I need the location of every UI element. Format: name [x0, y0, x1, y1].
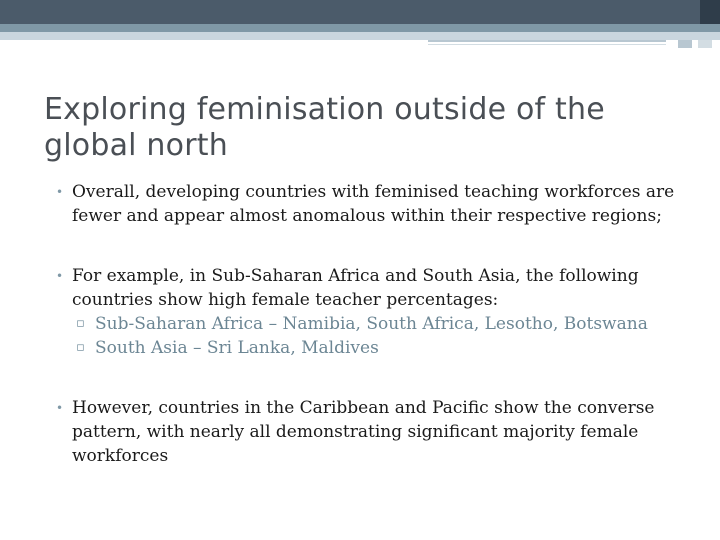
header-square — [678, 40, 692, 48]
sub-bullet-item: ▫ Sub-Saharan Africa – Namibia, South Af… — [26, 312, 686, 336]
bullet-dot-icon: • — [56, 401, 64, 415]
bullet-item: • However, countries in the Caribbean an… — [26, 396, 686, 468]
header-band-accent — [0, 24, 720, 32]
header-band-dark — [0, 0, 700, 24]
bullet-text: For example, in Sub-Saharan Africa and S… — [72, 266, 639, 310]
sub-bullet-text: Sub-Saharan Africa – Namibia, South Afri… — [95, 314, 648, 334]
bullet-item: • Overall, developing countries with fem… — [26, 180, 686, 228]
sub-bullet-text: South Asia – Sri Lanka, Maldives — [95, 338, 379, 358]
bullet-item: • For example, in Sub-Saharan Africa and… — [26, 264, 686, 312]
header-band-light — [0, 32, 720, 40]
bullet-text: However, countries in the Caribbean and … — [72, 398, 655, 466]
slide-body: • Overall, developing countries with fem… — [26, 180, 686, 468]
bullet-dot-icon: • — [56, 269, 64, 283]
sub-bullet-item: ▫ South Asia – Sri Lanka, Maldives — [26, 336, 686, 360]
slide-title: Exploring feminisation outside of the gl… — [44, 92, 605, 163]
sub-bullet-square-icon: ▫ — [76, 316, 85, 331]
sub-bullet-square-icon: ▫ — [76, 340, 85, 355]
bullet-text: Overall, developing countries with femin… — [72, 182, 675, 226]
bullet-dot-icon: • — [56, 185, 64, 199]
header-band-corner — [700, 0, 720, 24]
header-rule-thin — [428, 44, 666, 45]
header-rule — [428, 40, 666, 42]
header-square-light — [698, 40, 712, 48]
